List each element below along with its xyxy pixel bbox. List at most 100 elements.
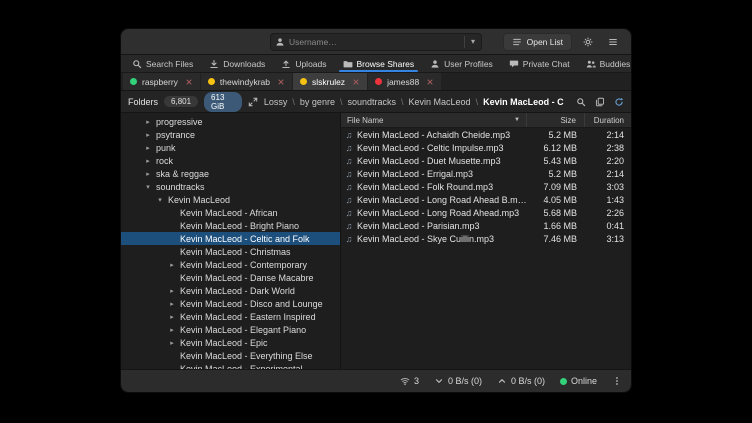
tree-item[interactable]: Kevin MacLeod - Danse Macabre: [121, 271, 340, 284]
tab-uploads[interactable]: Uploads: [273, 55, 334, 72]
file-row[interactable]: ♫Kevin MacLeod - Celtic Impulse.mp36.12 …: [341, 141, 631, 154]
chevron-down-icon[interactable]: ▾: [469, 37, 477, 46]
search-icon[interactable]: [576, 97, 586, 107]
file-row[interactable]: ♫Kevin MacLeod - Skye Cuillin.mp37.46 MB…: [341, 232, 631, 245]
file-row[interactable]: ♫Kevin MacLeod - Achaidh Cheide.mp35.2 M…: [341, 128, 631, 141]
column-header-file-name[interactable]: File Name ▼: [341, 113, 527, 127]
close-tab-icon[interactable]: [185, 78, 193, 86]
download-icon: [209, 59, 219, 69]
status-menu-button[interactable]: [612, 376, 622, 386]
tree-item[interactable]: ▸rock: [121, 154, 340, 167]
file-row[interactable]: ♫Kevin MacLeod - Errigal.mp35.2 MB2:14: [341, 167, 631, 180]
music-note-icon: ♫: [341, 195, 357, 205]
tab-browse-shares[interactable]: Browse Shares: [335, 55, 423, 72]
file-row[interactable]: ♫Kevin MacLeod - Long Road Ahead B.mp34.…: [341, 193, 631, 206]
tree-item[interactable]: ▸ska & reggae: [121, 167, 340, 180]
expander-icon[interactable]: ▸: [167, 339, 177, 347]
tree-item-label: rock: [156, 156, 173, 166]
music-note-icon: ♫: [341, 221, 357, 231]
expand-icon[interactable]: [248, 97, 258, 107]
expander-icon[interactable]: ▸: [143, 170, 153, 178]
tree-item-label: Kevin MacLeod - Danse Macabre: [180, 273, 314, 283]
content-area: ▸progressive▸psytrance▸punk▸rock▸ska & r…: [121, 113, 631, 369]
expander-icon[interactable]: ▾: [155, 196, 165, 204]
connections-indicator[interactable]: 3: [400, 376, 419, 386]
breadcrumb-item[interactable]: Lossy: [264, 97, 288, 107]
tree-item[interactable]: ▸progressive: [121, 115, 340, 128]
breadcrumb-separator: \: [476, 97, 479, 107]
expander-icon[interactable]: ▾: [143, 183, 153, 191]
main-tab-bar: Search FilesDownloadsUploads Browse Share…: [121, 55, 631, 73]
user-tab-slskrulez[interactable]: slskrulez: [293, 73, 367, 90]
tree-item[interactable]: Kevin MacLeod - Christmas: [121, 245, 340, 258]
person-icon: [430, 59, 440, 69]
tree-item[interactable]: ▸Kevin MacLeod - Epic: [121, 336, 340, 349]
close-tab-icon[interactable]: [352, 78, 360, 86]
tree-item[interactable]: ▾soundtracks: [121, 180, 340, 193]
expander-icon[interactable]: ▸: [167, 261, 177, 269]
tree-item[interactable]: Kevin MacLeod - African: [121, 206, 340, 219]
file-row[interactable]: ♫Kevin MacLeod - Folk Round.mp37.09 MB3:…: [341, 180, 631, 193]
breadcrumb-current[interactable]: Kevin MacLeod - Celtic and Folk ▾: [483, 97, 564, 107]
user-tab-bar: raspberry thewindykrab slskrulezjames88: [121, 73, 631, 91]
close-tab-icon[interactable]: [277, 78, 285, 86]
tree-item[interactable]: ▸Kevin MacLeod - Eastern Inspired: [121, 310, 340, 323]
tree-item[interactable]: ▸Kevin MacLeod - Elegant Piano: [121, 323, 340, 336]
user-tab-raspberry[interactable]: raspberry: [123, 73, 200, 90]
user-tab-label: thewindykrab: [220, 77, 270, 87]
tree-item[interactable]: ▸Kevin MacLeod - Contemporary: [121, 258, 340, 271]
file-row[interactable]: ♫Kevin MacLeod - Parisian.mp31.66 MB0:41: [341, 219, 631, 232]
expander-icon[interactable]: ▸: [143, 157, 153, 165]
tab-downloads[interactable]: Downloads: [201, 55, 273, 72]
tab-user-profiles[interactable]: User Profiles: [422, 55, 501, 72]
file-row[interactable]: ♫Kevin MacLeod - Long Road Ahead.mp35.68…: [341, 206, 631, 219]
copy-icon[interactable]: [595, 97, 605, 107]
user-tab-james88[interactable]: james88: [368, 73, 441, 90]
file-size: 1.66 MB: [527, 221, 585, 231]
file-name: Kevin MacLeod - Achaidh Cheide.mp3: [357, 130, 527, 140]
tree-item[interactable]: Kevin MacLeod - Celtic and Folk: [121, 232, 340, 245]
close-tab-icon[interactable]: [426, 78, 434, 86]
username-input[interactable]: [289, 37, 460, 47]
tab-label: Private Chat: [523, 59, 570, 69]
breadcrumb-item[interactable]: soundtracks: [347, 97, 396, 107]
connection-status[interactable]: Online: [560, 376, 597, 386]
tree-item[interactable]: ▾Kevin MacLeod: [121, 193, 340, 206]
expander-icon[interactable]: ▸: [143, 118, 153, 126]
expander-icon[interactable]: ▸: [167, 300, 177, 308]
refresh-icon[interactable]: [614, 97, 624, 107]
tree-item[interactable]: ▸Kevin MacLeod - Disco and Lounge: [121, 297, 340, 310]
buddies-icon: [586, 59, 596, 69]
column-header-duration[interactable]: Duration: [585, 113, 631, 127]
expander-icon[interactable]: ▸: [167, 313, 177, 321]
tree-item[interactable]: ▸Kevin MacLeod - Dark World: [121, 284, 340, 297]
menu-button[interactable]: [604, 33, 622, 51]
user-tab-thewindykrab[interactable]: thewindykrab: [201, 73, 292, 90]
file-row[interactable]: ♫Kevin MacLeod - Duet Musette.mp35.43 MB…: [341, 154, 631, 167]
file-name: Kevin MacLeod - Skye Cuillin.mp3: [357, 234, 527, 244]
file-duration: 2:26: [585, 208, 631, 218]
expander-icon[interactable]: ▸: [143, 144, 153, 152]
breadcrumb-item[interactable]: Kevin MacLeod: [409, 97, 471, 107]
tab-private-chat[interactable]: Private Chat: [501, 55, 578, 72]
expander-icon[interactable]: ▸: [167, 326, 177, 334]
file-list: ♫Kevin MacLeod - Achaidh Cheide.mp35.2 M…: [341, 128, 631, 245]
tree-item[interactable]: Kevin MacLeod - Everything Else: [121, 349, 340, 362]
tab-buddies[interactable]: Buddies: [578, 55, 632, 72]
tree-item[interactable]: Kevin MacLeod - Experimental: [121, 362, 340, 369]
tree-item[interactable]: ▸psytrance: [121, 128, 340, 141]
tree-item[interactable]: ▸punk: [121, 141, 340, 154]
username-combo[interactable]: ▾: [270, 33, 482, 51]
tree-item[interactable]: Kevin MacLeod - Bright Piano: [121, 219, 340, 232]
tab-label: Browse Shares: [357, 59, 415, 69]
file-name: Kevin MacLeod - Celtic Impulse.mp3: [357, 143, 527, 153]
preferences-button[interactable]: [579, 33, 597, 51]
expander-icon[interactable]: ▸: [143, 131, 153, 139]
column-header-size[interactable]: Size: [527, 113, 585, 127]
breadcrumb-item[interactable]: by genre: [300, 97, 335, 107]
upload-rate[interactable]: 0 B/s (0): [497, 376, 545, 386]
tab-search-files[interactable]: Search Files: [124, 55, 201, 72]
open-list-button[interactable]: Open List: [503, 33, 572, 51]
download-rate[interactable]: 0 B/s (0): [434, 376, 482, 386]
expander-icon[interactable]: ▸: [167, 287, 177, 295]
